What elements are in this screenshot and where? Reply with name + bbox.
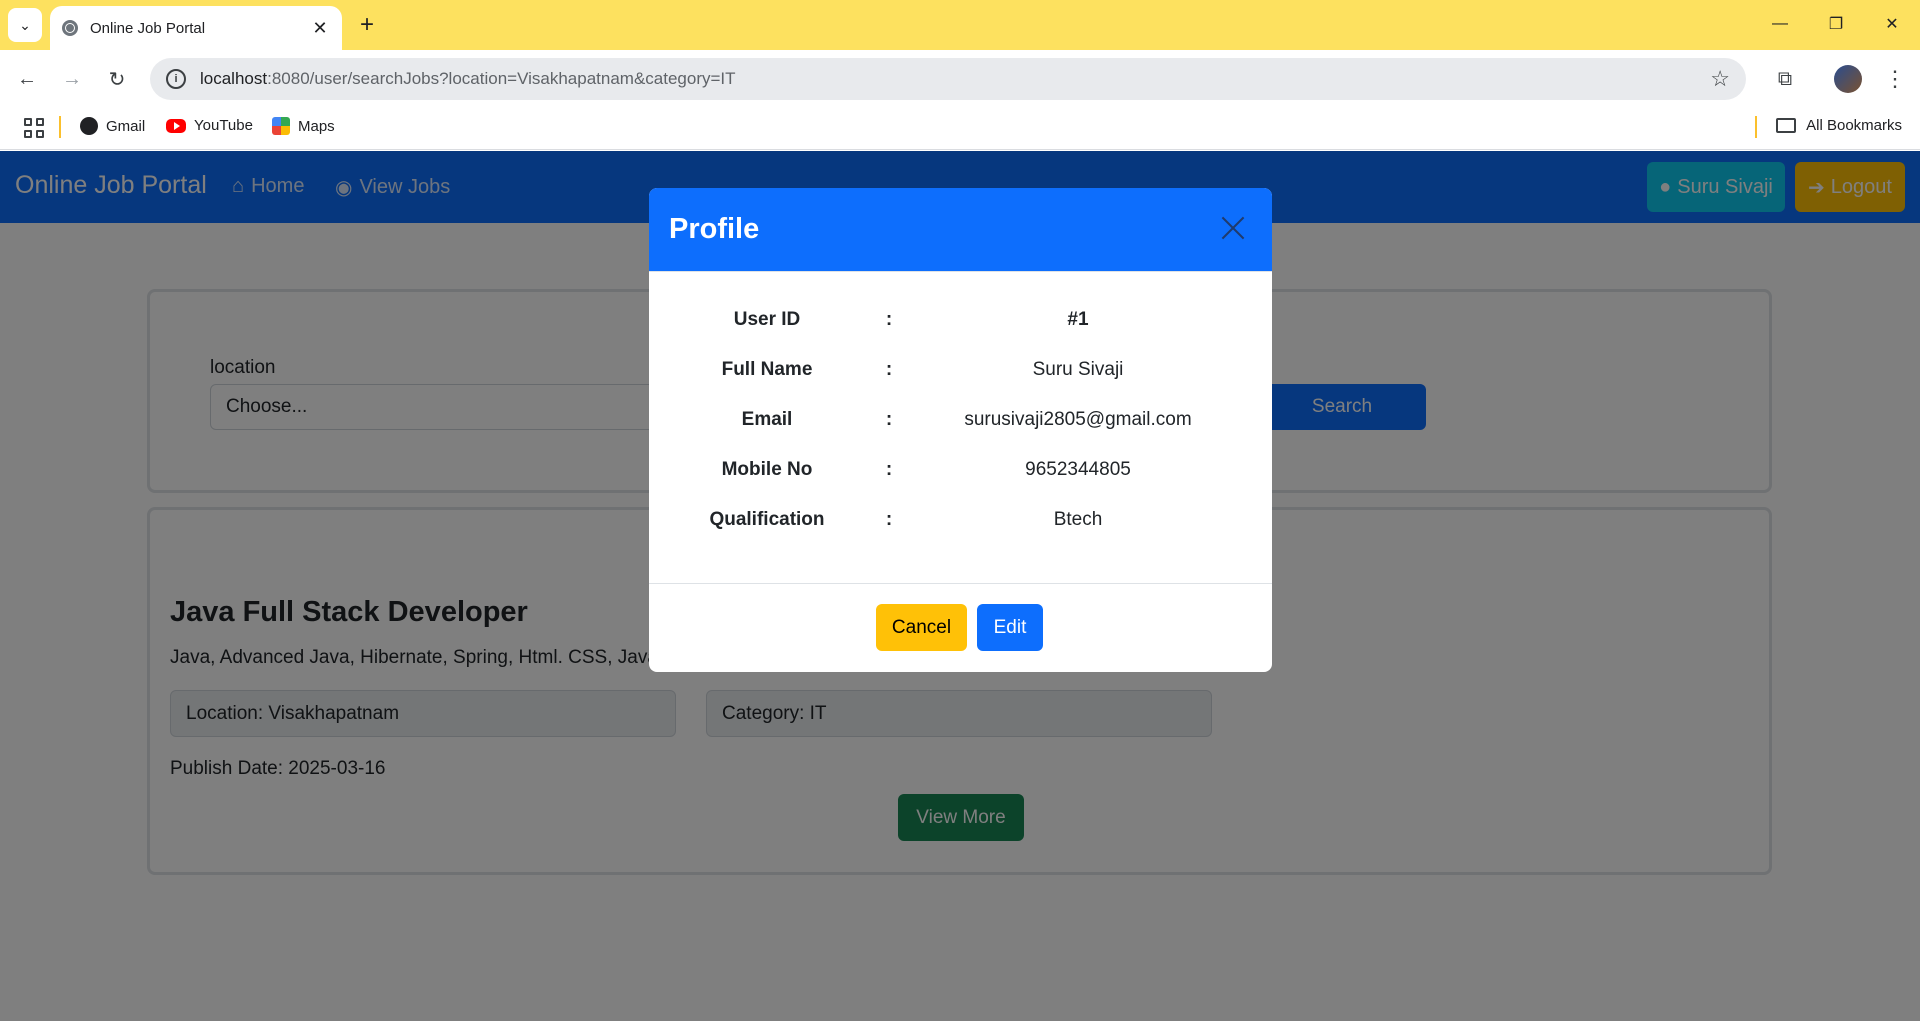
- close-icon[interactable]: [1218, 213, 1248, 243]
- row-separator: :: [885, 509, 893, 530]
- row-value: surusivaji2805@gmail.com: [964, 409, 1192, 430]
- all-bookmarks-label: All Bookmarks: [1806, 117, 1902, 134]
- edit-button[interactable]: Edit: [977, 604, 1043, 651]
- gmail-icon: [80, 117, 98, 135]
- youtube-icon: [166, 118, 186, 133]
- row-separator: :: [885, 359, 893, 380]
- bookmark-maps[interactable]: Maps: [272, 117, 335, 135]
- maps-icon: [272, 117, 290, 135]
- row-separator: :: [885, 459, 893, 480]
- row-label: User ID: [733, 309, 801, 330]
- browser-tab[interactable]: Online Job Portal ✕: [50, 6, 342, 50]
- folder-icon: [1776, 118, 1797, 133]
- apps-grid-icon[interactable]: [22, 116, 46, 140]
- bookmark-gmail[interactable]: Gmail: [80, 117, 145, 135]
- restore-icon[interactable]: ❐: [1808, 0, 1864, 48]
- row-label: Email: [741, 409, 793, 430]
- new-tab-icon[interactable]: +: [352, 10, 382, 40]
- profile-modal: Profile User ID : #1 Full Name : Suru Si…: [649, 188, 1272, 672]
- bookmarks-separator: [1755, 116, 1757, 138]
- row-separator: :: [885, 409, 893, 430]
- modal-header: Profile: [649, 188, 1272, 272]
- window-close-icon[interactable]: ✕: [1864, 0, 1920, 48]
- modal-footer: Cancel Edit: [649, 583, 1272, 672]
- bookmark-label: Gmail: [106, 117, 146, 135]
- row-separator: :: [885, 309, 893, 330]
- profile-row-full-name: Full Name : Suru Sivaji: [649, 359, 1272, 389]
- bookmark-youtube[interactable]: YouTube: [166, 117, 253, 134]
- page-viewport: Online Job Portal ⌂ Home ◉ View Jobs ● S…: [0, 151, 1920, 1021]
- bookmarks-separator: [59, 116, 61, 138]
- window-controls: — ❐ ✕: [1752, 0, 1920, 48]
- profile-row-email: Email : surusivaji2805@gmail.com: [649, 409, 1272, 439]
- bookmark-star-icon[interactable]: ☆: [1710, 66, 1730, 92]
- menu-dots-icon[interactable]: ⋮: [1880, 62, 1910, 96]
- url-text[interactable]: localhost:8080/user/searchJobs?location=…: [200, 69, 1710, 89]
- modal-title: Profile: [669, 213, 760, 245]
- bookmark-label: YouTube: [194, 117, 253, 134]
- address-bar[interactable]: i localhost:8080/user/searchJobs?locatio…: [150, 58, 1746, 100]
- browser-toolbar: ← → ↻ i localhost:8080/user/searchJobs?l…: [0, 50, 1920, 108]
- row-value: #1: [1067, 309, 1089, 330]
- profile-avatar[interactable]: [1834, 65, 1862, 93]
- row-label: Mobile No: [721, 459, 813, 480]
- profile-row-qualification: Qualification : Btech: [649, 509, 1272, 539]
- row-label: Qualification: [709, 509, 825, 530]
- forward-arrow-icon[interactable]: →: [55, 62, 89, 96]
- tab-close-icon[interactable]: ✕: [310, 18, 330, 39]
- row-value: 9652344805: [1025, 459, 1131, 480]
- bookmark-label: Maps: [298, 117, 335, 135]
- minimize-icon[interactable]: —: [1752, 0, 1808, 48]
- url-path: :8080/user/searchJobs?location=Visakhapa…: [267, 69, 736, 88]
- globe-icon: [62, 20, 78, 36]
- back-arrow-icon[interactable]: ←: [10, 62, 44, 96]
- bookmarks-bar: Gmail YouTube Maps All Bookmarks: [0, 108, 1920, 150]
- tab-title: Online Job Portal: [90, 19, 206, 37]
- extensions-icon[interactable]: ⧉: [1768, 62, 1802, 96]
- cancel-button[interactable]: Cancel: [876, 604, 967, 651]
- all-bookmarks[interactable]: All Bookmarks: [1776, 117, 1902, 134]
- browser-tab-bar: ⌄ Online Job Portal ✕ + — ❐ ✕: [0, 0, 1920, 50]
- row-value: Btech: [1053, 509, 1103, 530]
- reload-icon[interactable]: ↻: [100, 62, 134, 96]
- tab-search-icon[interactable]: ⌄: [8, 8, 42, 42]
- site-info-icon[interactable]: i: [166, 69, 186, 89]
- profile-row-user-id: User ID : #1: [649, 309, 1272, 339]
- url-host: localhost: [200, 69, 268, 88]
- profile-row-mobile: Mobile No : 9652344805: [649, 459, 1272, 489]
- row-value: Suru Sivaji: [1032, 359, 1124, 380]
- row-label: Full Name: [721, 359, 813, 380]
